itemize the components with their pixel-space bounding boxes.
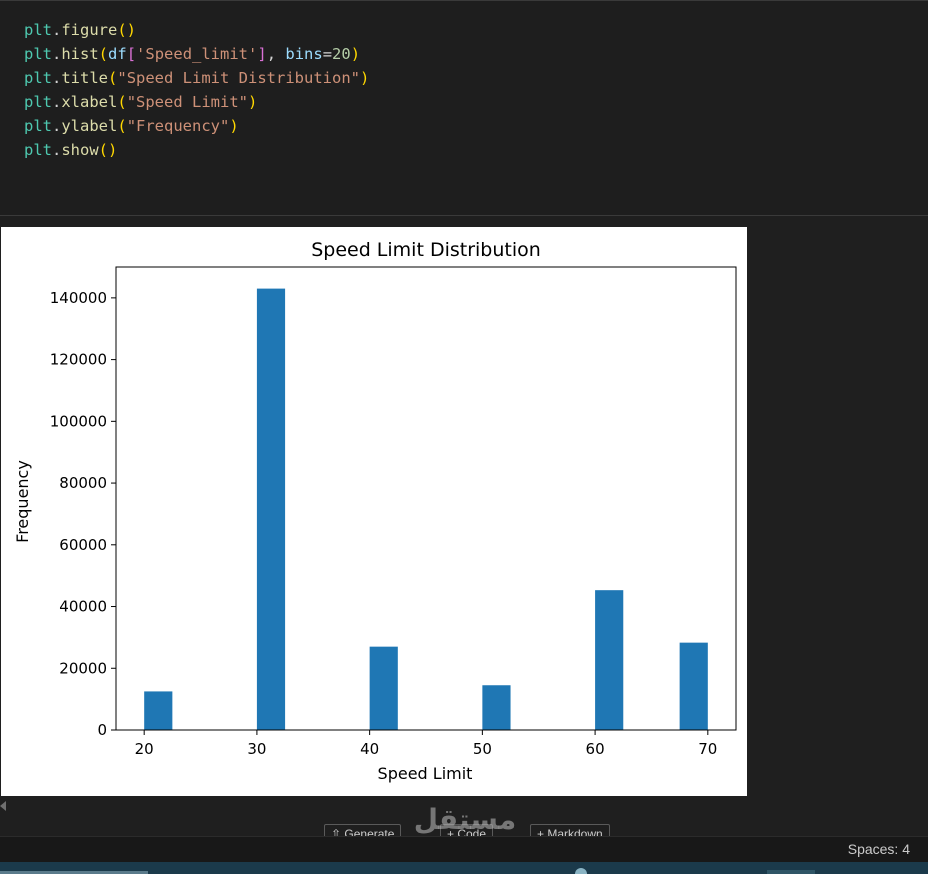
- code-token: xlabel: [61, 93, 118, 111]
- code-token: ylabel: [61, 117, 118, 135]
- histogram-bar: [144, 691, 173, 730]
- histogram-bar: [595, 590, 624, 730]
- code-token: (: [98, 45, 109, 63]
- code-token: "Speed Limit Distribution": [117, 69, 360, 87]
- histogram-bar: [482, 685, 511, 730]
- code-token: (: [108, 69, 118, 87]
- code-token: ): [360, 69, 370, 87]
- code-token: .: [52, 45, 62, 63]
- code-token: plt: [24, 21, 52, 39]
- histogram-bar: [369, 646, 398, 730]
- histogram-figure: 20 30 40 50 60 70 0 20000 40000 60000 80000 100000 1…: [1, 227, 747, 796]
- code-token: ): [229, 117, 239, 135]
- code-token: "Frequency": [126, 117, 230, 135]
- status-bar: Spaces: 4: [0, 836, 928, 862]
- x-axis-label: Speed Limit: [378, 764, 473, 783]
- code-token: (): [98, 141, 118, 159]
- code-line: plt.ylabel("Frequency"): [24, 114, 369, 138]
- code-token: .: [52, 69, 62, 87]
- code-token: ): [248, 93, 258, 111]
- code-cell[interactable]: plt.figure() plt.hist(df['Speed_limit'], …: [0, 0, 928, 216]
- y-tick-label: 120000: [50, 351, 107, 369]
- code-line: plt.title("Speed Limit Distribution"): [24, 66, 369, 90]
- collapse-arrow-icon[interactable]: [0, 801, 6, 811]
- y-tick-label: 60000: [59, 536, 107, 554]
- code-token: .: [52, 93, 62, 111]
- code-token: ,: [266, 45, 286, 63]
- histogram-bar: [679, 642, 708, 730]
- y-tick-label: 140000: [50, 289, 107, 307]
- x-tick-label: 40: [360, 740, 379, 758]
- code-token: (: [117, 117, 127, 135]
- code-token: ): [350, 45, 361, 63]
- y-tick-label: 80000: [59, 474, 107, 492]
- code-token: (): [117, 21, 137, 39]
- code-token: [: [126, 45, 137, 63]
- code-token: 'Speed_limit': [136, 45, 258, 63]
- x-tick-label: 30: [247, 740, 266, 758]
- code-line: plt.xlabel("Speed Limit"): [24, 90, 369, 114]
- code-token: hist: [61, 45, 99, 63]
- y-tick-label: 0: [97, 721, 107, 739]
- taskbar-app-icon[interactable]: [575, 868, 587, 874]
- y-axis-label: Frequency: [13, 460, 32, 543]
- os-taskbar: [0, 862, 928, 874]
- code-token: plt: [24, 141, 52, 159]
- y-tick-label: 20000: [59, 659, 107, 677]
- histogram-chart: 20 30 40 50 60 70 0 20000 40000 60000 80000 100000 1…: [13, 239, 737, 783]
- code-token: .: [52, 141, 62, 159]
- code-line: plt.show(): [24, 138, 369, 162]
- code-token: =: [322, 45, 333, 63]
- code-token: 20: [332, 45, 351, 63]
- code-token: .: [52, 21, 62, 39]
- code-editor[interactable]: plt.figure() plt.hist(df['Speed_limit'], …: [24, 18, 369, 162]
- code-token: ]: [257, 45, 267, 63]
- taskbar-tray-item[interactable]: [767, 870, 815, 874]
- x-tick-label: 70: [698, 740, 717, 758]
- y-tick-label: 100000: [50, 412, 107, 430]
- x-tick-label: 20: [135, 740, 154, 758]
- code-token: plt: [24, 45, 52, 63]
- code-token: plt: [24, 117, 52, 135]
- code-token: "Speed Limit": [126, 93, 249, 111]
- y-tick-label: 40000: [59, 598, 107, 616]
- chart-title: Speed Limit Distribution: [311, 239, 541, 261]
- code-token: .: [52, 117, 62, 135]
- code-token: plt: [24, 69, 52, 87]
- x-tick-label: 50: [473, 740, 492, 758]
- plot-frame: [115, 266, 737, 731]
- code-token: bins: [285, 45, 323, 63]
- code-token: plt: [24, 93, 52, 111]
- code-token: figure: [61, 21, 118, 39]
- code-token: show: [61, 141, 99, 159]
- code-token: (: [117, 93, 127, 111]
- status-indentation[interactable]: Spaces: 4: [848, 841, 910, 857]
- code-line: plt.figure(): [24, 18, 369, 42]
- x-tick-label: 60: [586, 740, 605, 758]
- code-token: df: [108, 45, 127, 63]
- code-line: plt.hist(df['Speed_limit'], bins=20): [24, 42, 369, 66]
- code-token: title: [61, 69, 109, 87]
- histogram-bar: [256, 288, 286, 730]
